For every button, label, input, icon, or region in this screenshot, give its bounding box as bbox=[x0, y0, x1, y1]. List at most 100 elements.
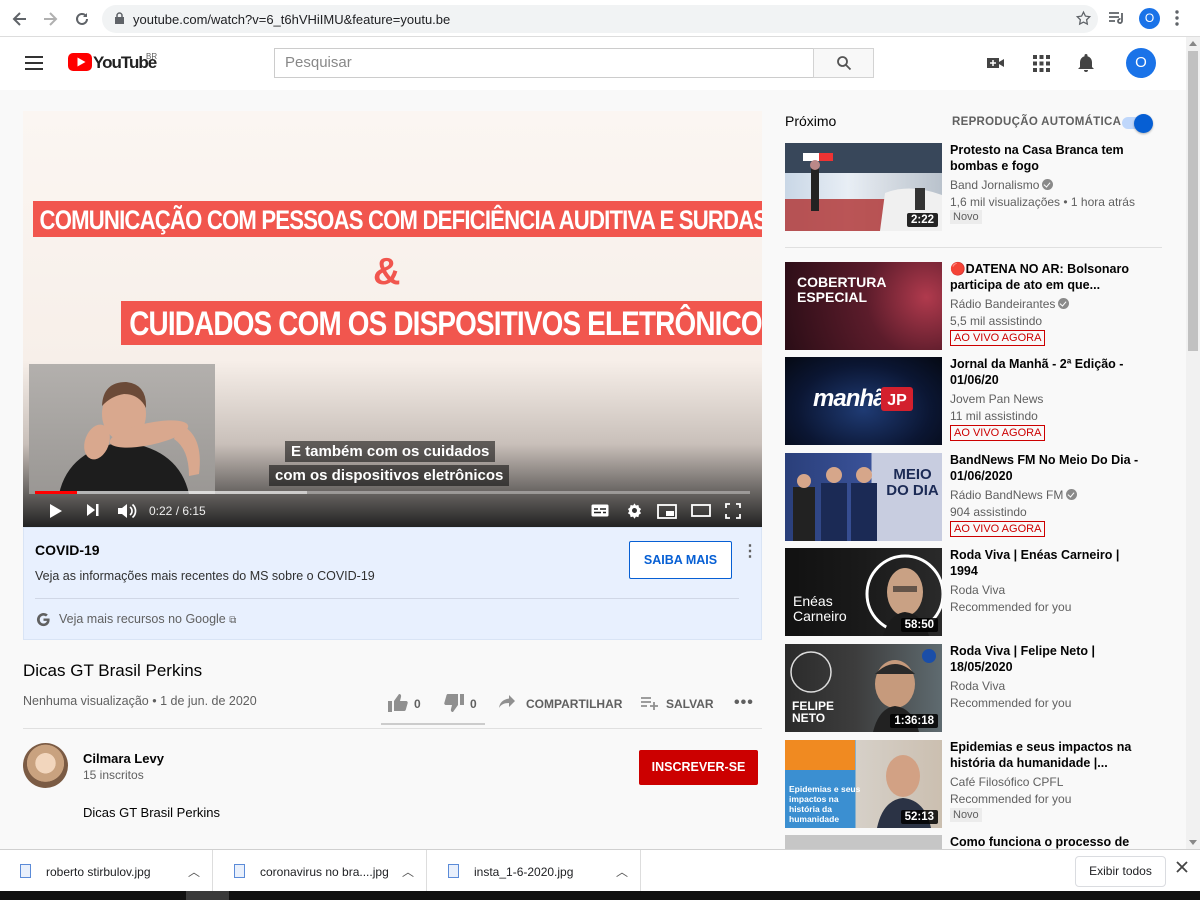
progress-bar[interactable] bbox=[35, 491, 750, 494]
recommended-title[interactable]: Protesto na Casa Branca tem bombas e fog… bbox=[950, 143, 1150, 174]
next-video-icon[interactable] bbox=[86, 503, 100, 517]
notifications-bell-icon[interactable] bbox=[1077, 53, 1095, 73]
divider bbox=[785, 247, 1162, 248]
subtitles-icon[interactable] bbox=[591, 504, 609, 517]
recommended-channel[interactable]: Rádio BandNews FM bbox=[950, 488, 1078, 502]
video-thumbnail[interactable] bbox=[785, 835, 942, 849]
video-description: Dicas GT Brasil Perkins bbox=[83, 805, 221, 820]
recommended-video[interactable]: Enéas Carneiro 58:50 Roda Viva | Enéas C… bbox=[785, 548, 1165, 638]
recommended-title[interactable]: BandNews FM No Meio Do Dia - 01/06/2020 bbox=[950, 453, 1150, 484]
search-input[interactable]: Pesquisar bbox=[274, 48, 814, 78]
google-resources-link[interactable]: Veja mais recursos no Google ⧉ bbox=[59, 612, 236, 626]
recommended-title[interactable]: Jornal da Manhã - 2ª Edição - 01/06/20 bbox=[950, 357, 1150, 388]
channel-avatar[interactable] bbox=[23, 743, 68, 788]
close-icon[interactable] bbox=[1176, 861, 1188, 873]
recommended-video[interactable]: FELIPE NETO 1:36:18 Roda Viva | Felipe N… bbox=[785, 644, 1165, 734]
recommended-channel[interactable]: Rádio Bandeirantes bbox=[950, 297, 1070, 311]
recommended-video[interactable]: Como funciona o processo de bbox=[785, 835, 1165, 849]
fullscreen-icon[interactable] bbox=[725, 503, 741, 519]
recommended-title[interactable]: Epidemias e seus impactos na história da… bbox=[950, 740, 1150, 771]
recommended-title[interactable]: Roda Viva | Felipe Neto | 18/05/2020 bbox=[950, 644, 1150, 675]
back-arrow-icon[interactable] bbox=[10, 9, 30, 29]
recommended-channel[interactable]: Café Filosófico CPFL bbox=[950, 775, 1063, 789]
recommended-channel[interactable]: Roda Viva bbox=[950, 679, 1005, 693]
reload-icon[interactable] bbox=[72, 9, 92, 29]
recommended-video[interactable]: COBERTURA ESPECIAL 🔴DATENA NO AR: Bolson… bbox=[785, 262, 1165, 352]
media-controls-icon[interactable] bbox=[1108, 10, 1126, 26]
thumbnail-caption: FELIPE NETO bbox=[792, 699, 835, 725]
video-thumbnail[interactable]: 2:22 bbox=[785, 143, 942, 231]
chevron-up-icon[interactable]: ︿ bbox=[188, 863, 200, 880]
video-thumbnail[interactable]: Epidemias e seus impactos na história da… bbox=[785, 740, 942, 828]
recommended-channel[interactable]: Roda Viva bbox=[950, 583, 1005, 597]
hamburger-menu-icon[interactable] bbox=[24, 55, 44, 71]
thumbs-down-icon[interactable] bbox=[444, 694, 464, 712]
thumbnail-caption: Enéas Carneiro bbox=[793, 593, 847, 624]
recommended-video[interactable]: manhã JP Jornal da Manhã - 2ª Edição - 0… bbox=[785, 357, 1165, 447]
dislike-count: 0 bbox=[470, 697, 477, 711]
bookmark-star-icon[interactable] bbox=[1075, 10, 1092, 27]
progress-played bbox=[35, 491, 78, 494]
autoplay-toggle[interactable] bbox=[1120, 114, 1154, 133]
page-scrollbar[interactable] bbox=[1186, 37, 1200, 849]
create-video-icon[interactable] bbox=[986, 55, 1006, 71]
browser-toolbar: youtube.com/watch?v=6_t6hVHiIMU&feature=… bbox=[0, 0, 1200, 37]
play-icon[interactable] bbox=[49, 503, 63, 519]
taskbar-active-app[interactable] bbox=[186, 891, 229, 900]
recommended-channel[interactable]: Band Jornalismo bbox=[950, 178, 1054, 192]
browser-profile-avatar[interactable]: O bbox=[1139, 8, 1160, 29]
learn-more-button[interactable]: SAIBA MAIS bbox=[629, 541, 732, 579]
downloads-bar: roberto stirbulov.jpg ︿ coronavirus no b… bbox=[0, 849, 1200, 892]
more-actions-button[interactable]: ••• bbox=[734, 694, 754, 712]
recommended-video[interactable]: MEIO DO DIA BandNews FM No Meio Do Dia -… bbox=[785, 453, 1165, 543]
recommended-title[interactable]: 🔴DATENA NO AR: Bolsonaro participa de at… bbox=[950, 262, 1150, 293]
add-to-playlist-icon[interactable] bbox=[640, 696, 658, 710]
recommended-video[interactable]: 2:22 Protesto na Casa Branca tem bombas … bbox=[785, 143, 1165, 233]
channel-name[interactable]: Cilmara Levy bbox=[83, 751, 164, 766]
scroll-thumb[interactable] bbox=[1188, 51, 1198, 351]
video-thumbnail[interactable]: COBERTURA ESPECIAL bbox=[785, 262, 942, 350]
show-all-downloads-button[interactable]: Exibir todos bbox=[1075, 856, 1166, 887]
video-thumbnail[interactable]: Enéas Carneiro 58:50 bbox=[785, 548, 942, 636]
forward-arrow-icon[interactable] bbox=[40, 9, 60, 29]
miniplayer-icon[interactable] bbox=[657, 504, 677, 519]
share-button[interactable]: COMPARTILHAR bbox=[526, 697, 622, 711]
chevron-up-icon[interactable]: ︿ bbox=[616, 863, 628, 880]
svg-text:JP: JP bbox=[887, 392, 907, 409]
user-avatar[interactable]: O bbox=[1126, 48, 1156, 78]
search-button[interactable] bbox=[813, 48, 874, 78]
video-thumbnail[interactable]: manhã JP bbox=[785, 357, 942, 445]
thumbnail-caption: Epidemias e seus impactos na história da… bbox=[789, 784, 861, 824]
video-thumbnail[interactable]: FELIPE NETO 1:36:18 bbox=[785, 644, 942, 732]
save-button[interactable]: SALVAR bbox=[666, 697, 714, 711]
scroll-up-arrow-icon[interactable] bbox=[1189, 41, 1197, 46]
video-title: Dicas GT Brasil Perkins bbox=[23, 661, 203, 680]
chevron-up-icon[interactable]: ︿ bbox=[402, 863, 414, 880]
settings-gear-icon[interactable] bbox=[626, 502, 643, 519]
thumbs-up-icon[interactable] bbox=[388, 694, 408, 712]
os-taskbar bbox=[0, 891, 1200, 900]
volume-icon[interactable] bbox=[117, 502, 137, 520]
video-thumbnail[interactable]: MEIO DO DIA bbox=[785, 453, 942, 541]
download-item[interactable]: coronavirus no bra....jpg ︿ bbox=[214, 850, 427, 892]
browser-menu-icon[interactable] bbox=[1174, 9, 1180, 27]
download-item[interactable]: insta_1-6-2020.jpg ︿ bbox=[428, 850, 641, 892]
video-player[interactable]: COMUNICAÇÃO COM PESSOAS COM DEFICIÊNCIA … bbox=[23, 111, 762, 527]
theater-mode-icon[interactable] bbox=[691, 504, 711, 517]
subscribe-button[interactable]: INSCREVER-SE bbox=[639, 750, 758, 785]
download-item[interactable]: roberto stirbulov.jpg ︿ bbox=[0, 850, 213, 892]
scroll-down-arrow-icon[interactable] bbox=[1189, 840, 1197, 845]
address-bar[interactable]: youtube.com/watch?v=6_t6hVHiIMU&feature=… bbox=[102, 5, 1098, 33]
recommended-title[interactable]: Roda Viva | Enéas Carneiro | 1994 bbox=[950, 548, 1150, 579]
recommended-channel[interactable]: Jovem Pan News bbox=[950, 392, 1043, 406]
more-options-icon[interactable]: ⋮ bbox=[742, 544, 758, 560]
thumbnail-caption: COBERTURA ESPECIAL bbox=[797, 274, 886, 305]
channel-label: Rádio BandNews FM bbox=[950, 488, 1064, 502]
image-file-icon bbox=[448, 864, 459, 878]
recommended-stats: 904 assistindo bbox=[950, 505, 1027, 519]
apps-grid-icon[interactable] bbox=[1033, 55, 1050, 72]
share-arrow-icon[interactable] bbox=[498, 694, 516, 710]
youtube-logo-icon[interactable] bbox=[68, 53, 92, 71]
recommended-video[interactable]: Epidemias e seus impactos na história da… bbox=[785, 740, 1165, 830]
recommended-title[interactable]: Como funciona o processo de bbox=[950, 835, 1150, 849]
